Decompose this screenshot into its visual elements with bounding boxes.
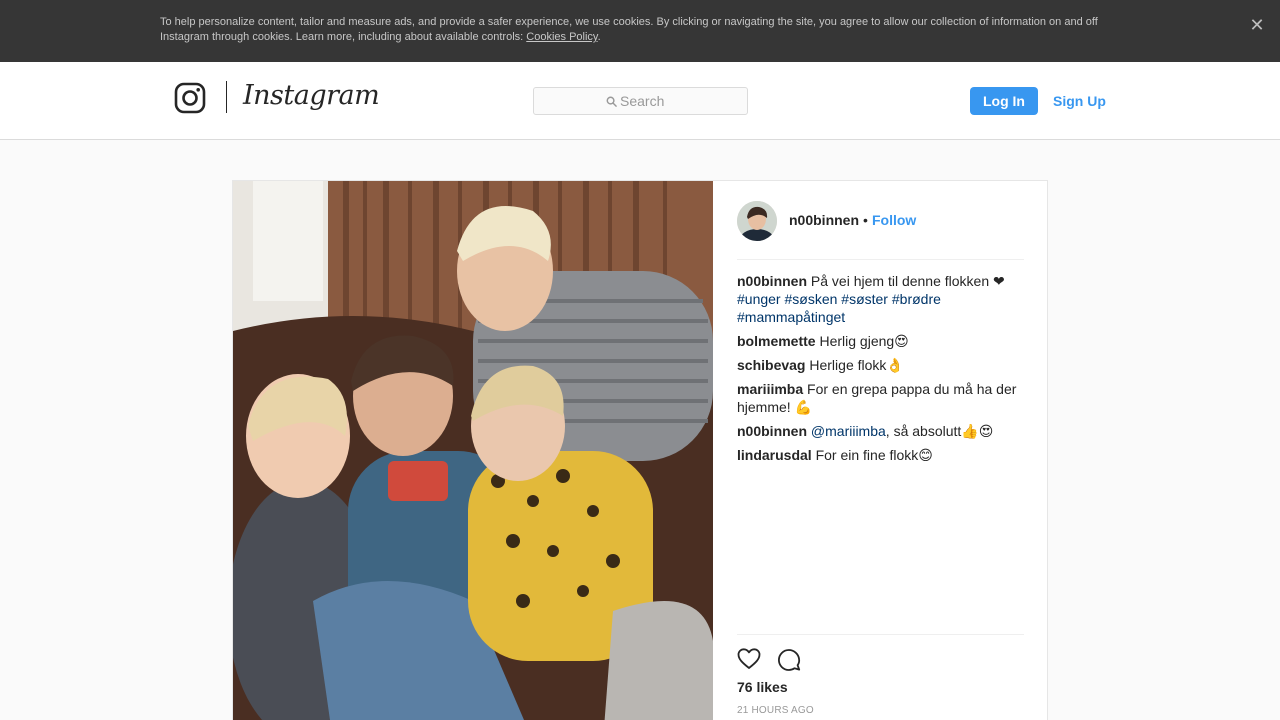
comment-username[interactable]: schibevag: [737, 357, 805, 373]
avatar[interactable]: [737, 201, 777, 241]
post-timestamp[interactable]: 21 HOURS AGO: [737, 705, 814, 716]
likes-count[interactable]: 76 likes: [737, 679, 788, 695]
follow-button[interactable]: Follow: [872, 212, 916, 228]
search-input[interactable]: [620, 91, 740, 111]
hashtag[interactable]: #mammapåtinget: [737, 309, 845, 325]
comment: schibevag Herlige flokk👌: [737, 357, 904, 373]
search-icon: [606, 96, 617, 107]
hashtag[interactable]: #unger: [737, 291, 781, 307]
comment-icon[interactable]: [777, 647, 801, 671]
log-in-button[interactable]: Log In: [970, 87, 1038, 115]
hashtag[interactable]: #brødre: [892, 291, 941, 307]
cookie-banner-text: To help personalize content, tailor and …: [160, 16, 1098, 43]
avatar-illustration: [737, 201, 777, 241]
mention-link[interactable]: @mariiimba: [811, 423, 886, 439]
post-header: n00binnen • Follow: [737, 201, 1024, 260]
heart-icon[interactable]: [737, 647, 761, 671]
comment-username[interactable]: bolmemette: [737, 333, 816, 349]
post-username[interactable]: n00binnen: [789, 212, 859, 228]
comments-list: n00binnen På vei hjem til denne flokken …: [737, 272, 1024, 470]
post-photo[interactable]: [233, 181, 713, 720]
comment: n00binnen @mariiimba, så absolutt👍😍: [737, 423, 994, 439]
post-sidebar: n00binnen • Follow n00binnen På vei hjem…: [713, 181, 1048, 720]
cookie-banner: To help personalize content, tailor and …: [0, 0, 1280, 62]
comment-username[interactable]: lindarusdal: [737, 447, 812, 463]
close-icon[interactable]: ✕: [1248, 16, 1266, 34]
post-actions: 76 likes 21 HOURS AGO: [737, 634, 1024, 716]
post-card: n00binnen • Follow n00binnen På vei hjem…: [232, 180, 1048, 720]
comment-username[interactable]: mariiimba: [737, 381, 803, 397]
separator-dot: •: [863, 212, 868, 228]
caption: n00binnen På vei hjem til denne flokken …: [737, 273, 1005, 325]
caption-username[interactable]: n00binnen: [737, 273, 807, 289]
hashtag[interactable]: #søster: [841, 291, 888, 307]
hashtag[interactable]: #søsken: [784, 291, 837, 307]
comment-username[interactable]: n00binnen: [737, 423, 807, 439]
sign-up-link[interactable]: Sign Up: [1053, 87, 1106, 115]
top-nav: Instagram Log In Sign Up: [0, 62, 1280, 140]
cookies-policy-link[interactable]: Cookies Policy: [526, 31, 597, 43]
instagram-glyph-icon[interactable]: [174, 82, 206, 114]
search-box[interactable]: [533, 87, 748, 115]
logo-divider: [226, 81, 227, 113]
comment: mariiimba For en grepa pappa du må ha de…: [737, 381, 1017, 415]
comment: lindarusdal For ein fine flokk😊: [737, 447, 933, 463]
comment: bolmemette Herlig gjeng😍: [737, 333, 909, 349]
instagram-wordmark[interactable]: Instagram: [243, 80, 380, 111]
post-photo-illustration: [233, 181, 713, 720]
